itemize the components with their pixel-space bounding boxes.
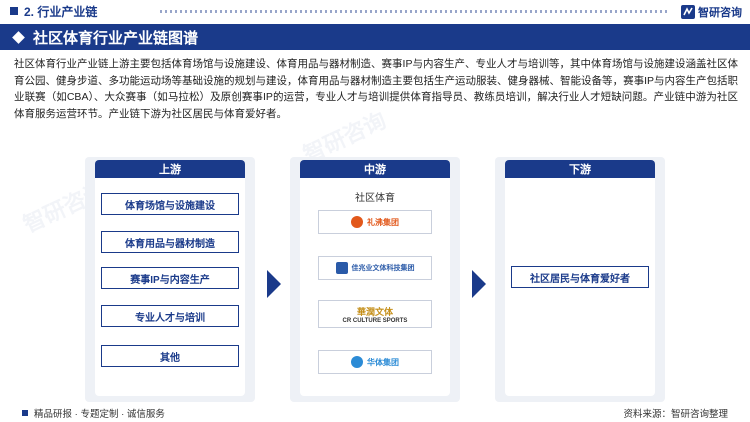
company-name: 華潤文体 (356, 306, 393, 317)
upstream-panel: 上游 体育场馆与设施建设 体育用品与器材制造 赛事IP与内容生产 专业人才与培训… (85, 157, 255, 402)
company-name: 礼沸集团 (367, 217, 399, 227)
downstream-panel: 下游 社区居民与体育爱好者 (495, 157, 665, 402)
upstream-header: 上游 (95, 160, 245, 178)
section-marker-icon (10, 7, 18, 15)
footer-marker-icon (22, 410, 28, 416)
company-subname: CR CULTURE SPORTS (342, 317, 408, 324)
company-logo-lifei: 礼沸集团 (318, 210, 432, 234)
upstream-item: 其他 (101, 345, 239, 367)
midstream-label: 社区体育 (355, 193, 395, 204)
jiazhaoye-logo-icon (335, 262, 348, 274)
midstream-panel: 中游 社区体育 礼沸集团 佳兆业文体科技集团 華潤文体 CR CULTURE S… (290, 157, 460, 402)
company-logo-cr-culture-sports: 華潤文体 CR CULTURE SPORTS (318, 300, 432, 328)
header-stripe (160, 10, 670, 13)
title-banner: 社区体育行业产业链图谱 (0, 24, 750, 50)
upstream-item: 专业人才与培训 (101, 305, 239, 327)
page-title: 社区体育行业产业链图谱 (33, 29, 199, 47)
midstream-header: 中游 (300, 160, 450, 178)
arrow-right-icon (472, 270, 486, 298)
downstream-item: 社区居民与体育爱好者 (511, 266, 649, 288)
upstream-item: 体育用品与器材制造 (101, 231, 239, 253)
company-name: 佳兆业文体科技集团 (351, 265, 415, 272)
lifei-logo-icon (351, 216, 363, 228)
upstream-item: 赛事IP与内容生产 (101, 267, 239, 289)
brand-name: 智研咨询 (698, 7, 742, 19)
brand-icon (681, 5, 695, 19)
footer-tagline: 精品研报 · 专题定制 · 诚信服务 (34, 409, 165, 420)
company-logo-huati: 华体集团 (318, 350, 432, 374)
footer: 精品研报 · 专题定制 · 诚信服务 资料来源：智研咨询整理 (0, 404, 750, 422)
top-bar: 2. 行业产业链 (0, 0, 750, 22)
diamond-icon (12, 30, 25, 44)
arrow-right-icon (267, 270, 281, 298)
brand-logo: 智研咨询 (681, 4, 742, 20)
downstream-header: 下游 (505, 160, 655, 178)
huati-logo-icon (351, 356, 363, 368)
intro-paragraph: 社区体育行业产业链上游主要包括体育场馆与设施建设、体育用品与器材制造、赛事IP与… (14, 58, 738, 120)
upstream-item: 体育场馆与设施建设 (101, 193, 239, 215)
company-logo-jiazhaoye: 佳兆业文体科技集团 (318, 256, 432, 280)
company-name: 华体集团 (367, 357, 399, 367)
source-note: 资料来源：智研咨询整理 (623, 409, 728, 420)
section-title: 2. 行业产业链 (24, 4, 98, 19)
